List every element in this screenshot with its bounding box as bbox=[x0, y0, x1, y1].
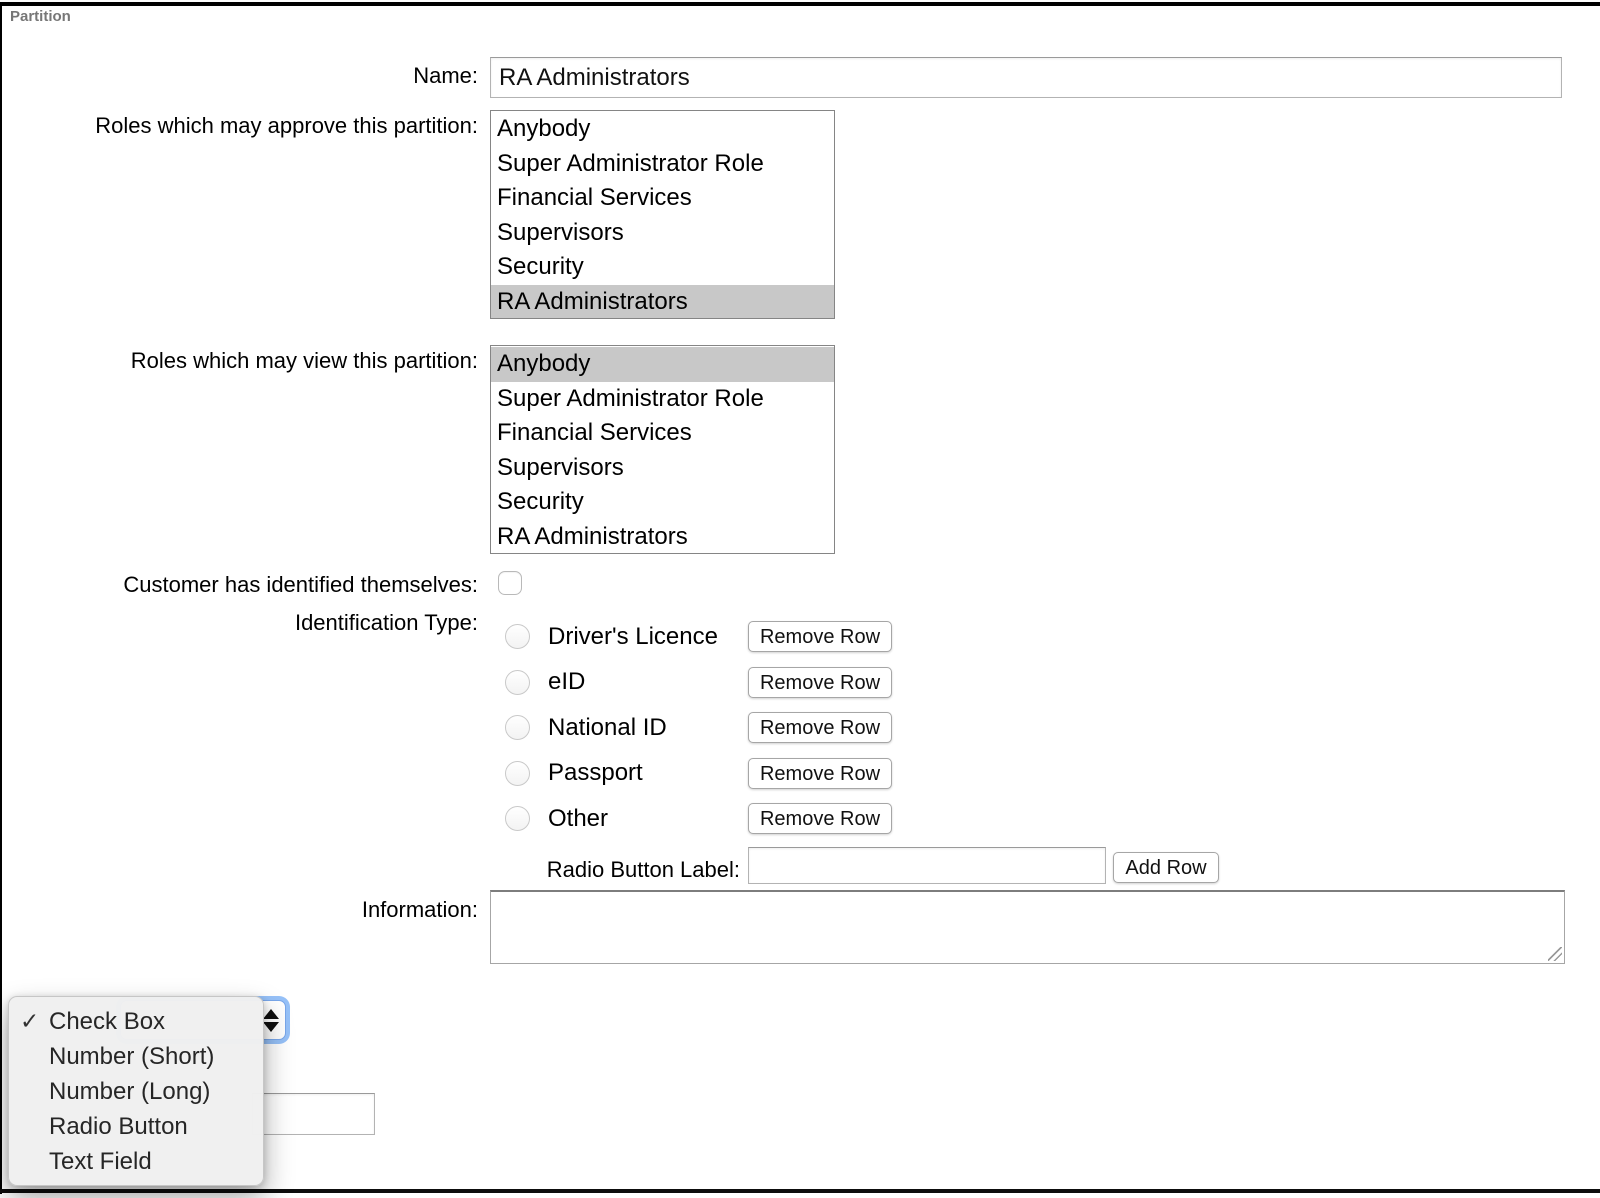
menu-item-label: Check Box bbox=[49, 1008, 165, 1035]
section-title-partition: Partition bbox=[10, 8, 71, 25]
view-option[interactable]: RA Administrators bbox=[491, 520, 834, 555]
menu-item-number-short[interactable]: Number (Short) bbox=[9, 1039, 263, 1074]
menu-item-label: Radio Button bbox=[49, 1113, 188, 1140]
approve-roles-listbox[interactable]: Anybody Super Administrator Role Financi… bbox=[490, 110, 835, 319]
radio-button-icon[interactable] bbox=[505, 715, 530, 740]
menu-item-text-field[interactable]: Text Field bbox=[9, 1144, 263, 1179]
name-label: Name: bbox=[0, 63, 478, 89]
remove-row-button[interactable]: Remove Row bbox=[748, 667, 892, 698]
radio-button-icon[interactable] bbox=[505, 670, 530, 695]
view-roles-label: Roles which may view this partition: bbox=[0, 348, 478, 374]
identification-option-label: National ID bbox=[548, 714, 667, 742]
window-frame-bottom bbox=[0, 1189, 1600, 1193]
partition-form-page: Partition Name: Roles which may approve … bbox=[0, 0, 1600, 1198]
customer-identified-label: Customer has identified themselves: bbox=[0, 572, 478, 598]
radio-button-icon[interactable] bbox=[505, 761, 530, 786]
approve-roles-label: Roles which may approve this partition: bbox=[0, 113, 478, 139]
customer-identified-checkbox[interactable] bbox=[498, 571, 522, 595]
new-field-label-input[interactable] bbox=[252, 1093, 375, 1135]
approve-option[interactable]: Anybody bbox=[491, 112, 834, 147]
view-option[interactable]: Super Administrator Role bbox=[491, 382, 834, 417]
information-label: Information: bbox=[0, 897, 478, 923]
identification-option-label: Other bbox=[548, 805, 608, 833]
view-roles-listbox[interactable]: Anybody Super Administrator Role Financi… bbox=[490, 345, 835, 554]
add-row-button[interactable]: Add Row bbox=[1113, 852, 1219, 883]
approve-option[interactable]: Financial Services bbox=[491, 181, 834, 216]
identification-type-label: Identification Type: bbox=[0, 610, 478, 636]
identification-row: Passport Remove Row bbox=[505, 751, 1205, 797]
identification-option-label: Driver's Licence bbox=[548, 623, 718, 651]
identification-type-rows: Driver's Licence Remove Row eID Remove R… bbox=[505, 614, 1205, 842]
approve-option[interactable]: Supervisors bbox=[491, 216, 834, 251]
name-input[interactable] bbox=[490, 57, 1562, 98]
remove-row-button[interactable]: Remove Row bbox=[748, 803, 892, 834]
menu-item-label: Number (Short) bbox=[49, 1043, 214, 1070]
window-frame-left bbox=[0, 2, 2, 1194]
identification-option-label: Passport bbox=[548, 759, 643, 787]
checkmark-icon: ✓ bbox=[20, 1004, 39, 1039]
information-textarea[interactable] bbox=[490, 890, 1565, 964]
field-type-dropdown-menu: ✓ Check Box Number (Short) Number (Long)… bbox=[8, 996, 264, 1186]
view-option[interactable]: Financial Services bbox=[491, 416, 834, 451]
view-option[interactable]: Security bbox=[491, 485, 834, 520]
radio-button-label-input[interactable] bbox=[748, 847, 1106, 884]
window-frame-top bbox=[0, 2, 1600, 6]
menu-item-label: Number (Long) bbox=[49, 1078, 210, 1105]
radio-button-icon[interactable] bbox=[505, 624, 530, 649]
stepper-up-icon bbox=[263, 1009, 279, 1019]
remove-row-button[interactable]: Remove Row bbox=[748, 758, 892, 789]
remove-row-button[interactable]: Remove Row bbox=[748, 621, 892, 652]
approve-option-selected[interactable]: RA Administrators bbox=[491, 285, 834, 320]
select-stepper bbox=[261, 1001, 281, 1039]
identification-row: Driver's Licence Remove Row bbox=[505, 614, 1205, 660]
radio-button-icon[interactable] bbox=[505, 806, 530, 831]
radio-button-label-label: Radio Button Label: bbox=[0, 857, 740, 883]
menu-item-check-box[interactable]: ✓ Check Box bbox=[9, 1004, 263, 1039]
view-option[interactable]: Supervisors bbox=[491, 451, 834, 486]
view-option-selected[interactable]: Anybody bbox=[491, 347, 834, 382]
textarea-resize-handle-icon[interactable] bbox=[1548, 947, 1562, 961]
identification-row: eID Remove Row bbox=[505, 660, 1205, 706]
menu-item-radio-button[interactable]: Radio Button bbox=[9, 1109, 263, 1144]
menu-item-number-long[interactable]: Number (Long) bbox=[9, 1074, 263, 1109]
remove-row-button[interactable]: Remove Row bbox=[748, 712, 892, 743]
identification-option-label: eID bbox=[548, 668, 585, 696]
menu-item-label: Text Field bbox=[49, 1148, 152, 1175]
approve-option[interactable]: Super Administrator Role bbox=[491, 147, 834, 182]
identification-row: Other Remove Row bbox=[505, 796, 1205, 842]
approve-option[interactable]: Security bbox=[491, 250, 834, 285]
identification-row: National ID Remove Row bbox=[505, 705, 1205, 751]
stepper-down-icon bbox=[263, 1022, 279, 1032]
